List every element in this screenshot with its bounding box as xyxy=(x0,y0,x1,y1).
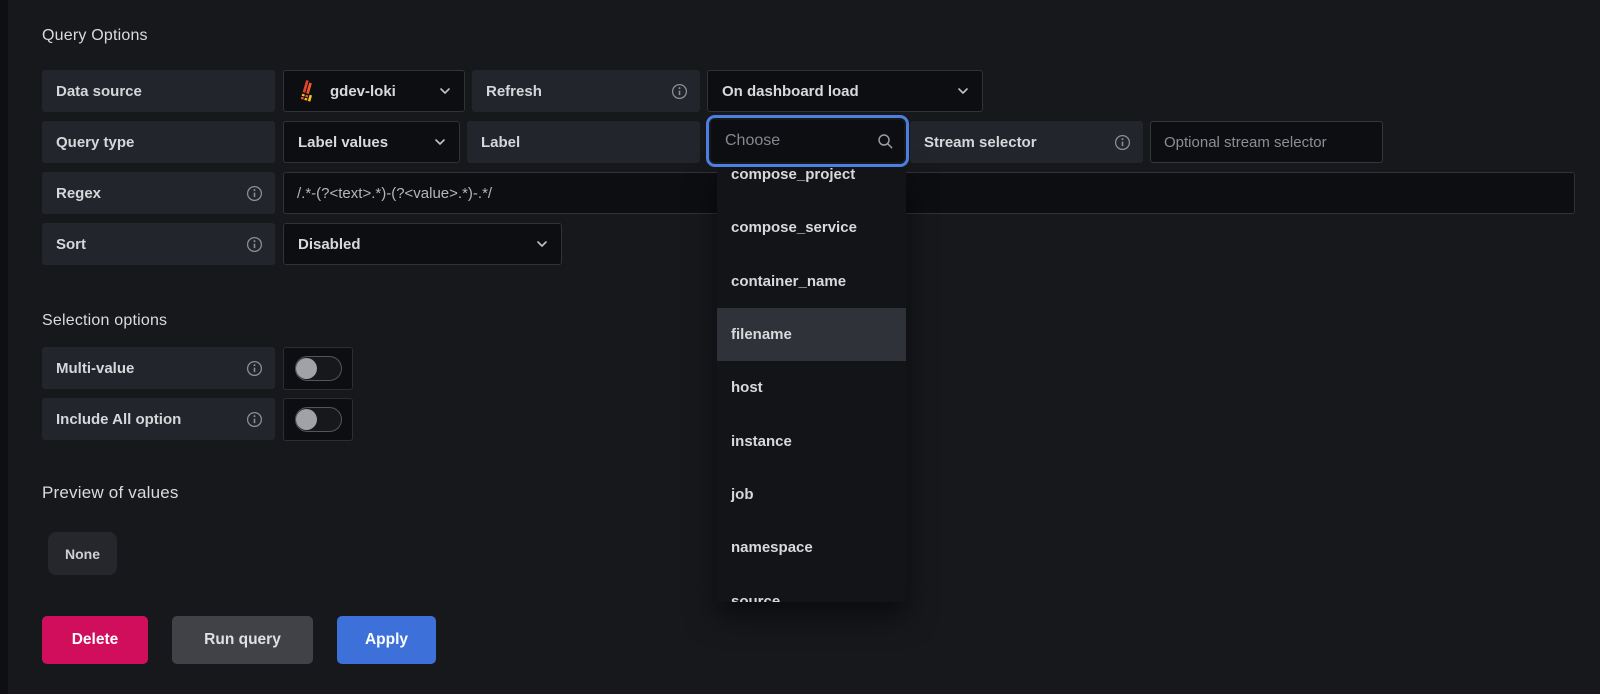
run-query-button[interactable]: Run query xyxy=(172,616,313,664)
refresh-value: On dashboard load xyxy=(722,83,859,100)
query-options-heading: Query Options xyxy=(42,27,148,45)
chevron-down-icon xyxy=(433,135,447,149)
info-circle-icon[interactable] xyxy=(671,83,688,100)
refresh-label: Refresh xyxy=(472,70,700,112)
dropdown-option[interactable]: namespace xyxy=(717,521,906,574)
label-options-dropdown: compose_projectcompose_servicecontainer_… xyxy=(717,167,906,602)
stream-selector-label: Stream selector xyxy=(910,121,1143,163)
toggle-track xyxy=(295,356,342,381)
info-circle-icon[interactable] xyxy=(246,360,263,377)
sort-select[interactable]: Disabled xyxy=(283,223,562,265)
apply-button[interactable]: Apply xyxy=(337,616,436,664)
info-circle-icon[interactable] xyxy=(246,411,263,428)
dropdown-option[interactable]: compose_project xyxy=(717,167,906,201)
sort-label-text: Sort xyxy=(56,236,86,253)
stream-selector-input[interactable] xyxy=(1150,121,1383,163)
info-circle-icon[interactable] xyxy=(1114,134,1131,151)
left-edge-shadow xyxy=(0,0,8,694)
include-all-label: Include All option xyxy=(42,398,275,440)
dropdown-option[interactable]: instance xyxy=(717,414,906,467)
selection-options-heading: Selection options xyxy=(42,312,167,330)
preview-value-chip: None xyxy=(48,532,117,575)
dropdown-option[interactable]: host xyxy=(717,361,906,414)
multi-value-label: Multi-value xyxy=(42,347,275,389)
include-all-toggle[interactable] xyxy=(283,398,353,441)
label-select-focus-ring xyxy=(706,115,909,167)
info-circle-icon[interactable] xyxy=(246,185,263,202)
info-circle-icon[interactable] xyxy=(246,236,263,253)
dropdown-option[interactable]: source xyxy=(717,574,906,602)
preview-heading: Preview of values xyxy=(42,483,179,503)
query-type-label-text: Query type xyxy=(56,134,134,151)
label-select[interactable] xyxy=(711,120,904,162)
sort-label: Sort xyxy=(42,223,275,265)
regex-label-text: Regex xyxy=(56,185,101,202)
data-source-value: gdev-loki xyxy=(330,83,396,100)
toggle-knob xyxy=(296,409,317,430)
multi-value-toggle[interactable] xyxy=(283,347,353,390)
regex-input[interactable] xyxy=(283,172,1575,214)
include-all-label-text: Include All option xyxy=(56,411,181,428)
sort-value: Disabled xyxy=(298,236,361,253)
toggle-knob xyxy=(296,358,317,379)
dropdown-option[interactable]: container_name xyxy=(717,255,906,308)
label-field-label: Label xyxy=(467,121,700,163)
chevron-down-icon xyxy=(956,84,970,98)
data-source-label-text: Data source xyxy=(56,83,142,100)
dropdown-option[interactable]: job xyxy=(717,468,906,521)
toggle-track xyxy=(295,407,342,432)
refresh-label-text: Refresh xyxy=(486,83,542,100)
variable-editor-screen: Query Options Data source gdev-loki xyxy=(0,0,1600,694)
multi-value-label-text: Multi-value xyxy=(56,360,134,377)
query-type-select[interactable]: Label values xyxy=(283,121,460,163)
chevron-down-icon xyxy=(535,237,549,251)
loki-icon xyxy=(298,80,319,102)
stream-selector-label-text: Stream selector xyxy=(924,134,1037,151)
query-type-label: Query type xyxy=(42,121,275,163)
label-field-label-text: Label xyxy=(481,134,520,151)
data-source-label: Data source xyxy=(42,70,275,112)
query-type-value: Label values xyxy=(298,134,388,151)
delete-button[interactable]: Delete xyxy=(42,616,148,664)
search-icon xyxy=(877,133,894,150)
chevron-down-icon xyxy=(438,84,452,98)
refresh-select[interactable]: On dashboard load xyxy=(707,70,983,112)
label-options-list: compose_projectcompose_servicecontainer_… xyxy=(717,167,906,602)
regex-label: Regex xyxy=(42,172,275,214)
dropdown-option[interactable]: filename xyxy=(717,308,906,361)
dropdown-option[interactable]: compose_service xyxy=(717,201,906,254)
data-source-picker[interactable]: gdev-loki xyxy=(283,70,465,112)
label-search-input[interactable] xyxy=(723,131,877,151)
